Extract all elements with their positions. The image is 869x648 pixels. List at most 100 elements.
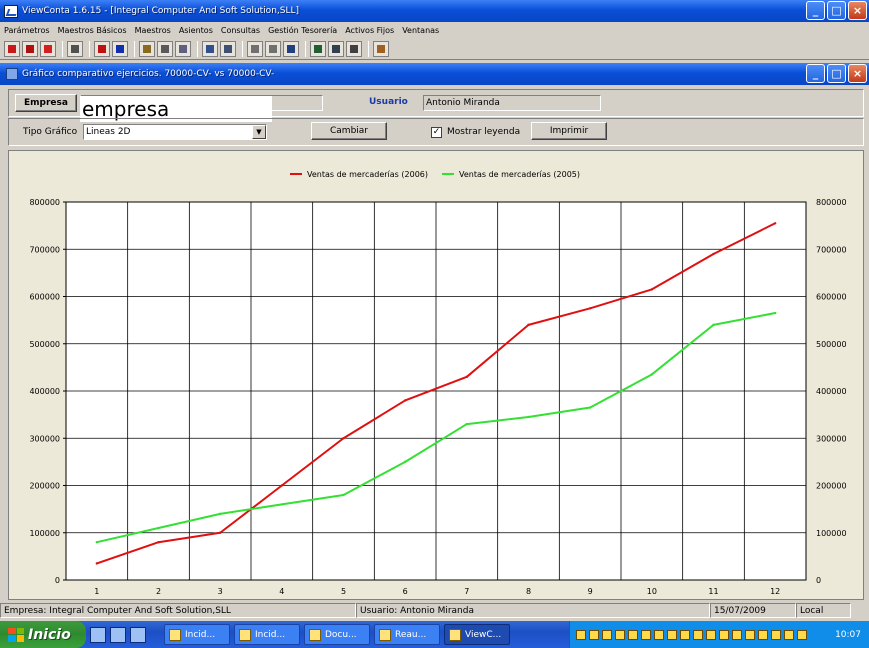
calculator-toolbar-button[interactable] <box>346 40 362 57</box>
y-tick-label-right: 600000 <box>816 293 847 302</box>
y-tick-label-right: 500000 <box>816 340 847 349</box>
media-quicklaunch-icon[interactable] <box>130 626 146 643</box>
people-toolbar-button[interactable] <box>283 40 299 57</box>
ie-quicklaunch-icon[interactable] <box>90 626 106 643</box>
gears-toolbar-button[interactable] <box>157 40 173 57</box>
start-button[interactable]: Inicio <box>0 621 86 648</box>
red-book-icon <box>98 44 106 53</box>
data-point <box>712 252 715 256</box>
menu-parametros[interactable]: Parámetros <box>4 26 50 35</box>
data-point <box>157 541 160 544</box>
blue-book-toolbar-button[interactable] <box>112 40 128 57</box>
tray-icon[interactable] <box>693 629 703 640</box>
person-toolbar-button[interactable] <box>373 40 389 57</box>
tray-icon[interactable] <box>589 629 599 640</box>
ledger-toolbar-button[interactable] <box>202 40 218 57</box>
grafico-options-row: Tipo Gráfico Lineas 2D ▼ Cambiar ✓ Mostr… <box>8 118 864 146</box>
tray-icon[interactable] <box>719 629 729 640</box>
tray-icon[interactable] <box>628 629 638 640</box>
menu-asientos[interactable]: Asientos <box>179 26 213 35</box>
red-book-toolbar-button[interactable] <box>94 40 110 57</box>
y-tick-label: 800000 <box>29 198 60 207</box>
start-label: Inicio <box>28 626 71 643</box>
menu-activos-fijos[interactable]: Activos Fijos <box>345 26 394 35</box>
menu-ventanas[interactable]: Ventanas <box>402 26 439 35</box>
child-minimize-button[interactable]: _ <box>806 64 825 83</box>
taskbar-task[interactable]: Incid... <box>234 624 300 645</box>
tree-toolbar-button[interactable] <box>310 40 326 57</box>
red-file-toolbar-button[interactable] <box>22 40 38 57</box>
tray-icon[interactable] <box>784 629 794 640</box>
x-tick-label: 3 <box>218 587 223 596</box>
main-window-titlebar[interactable]: ViewConta 1.6.15 - [Integral Computer An… <box>0 0 869 22</box>
x-tick-label: 11 <box>708 587 718 596</box>
cambiar-button[interactable]: Cambiar <box>311 122 387 140</box>
task-label: Docu... <box>325 629 357 640</box>
chest-toolbar-button[interactable] <box>139 40 155 57</box>
person-icon <box>377 44 385 53</box>
tray-icon[interactable] <box>771 629 781 640</box>
folder-tree-toolbar-button[interactable] <box>328 40 344 57</box>
show-desktop-icon[interactable] <box>110 626 126 643</box>
data-point <box>280 484 284 487</box>
y-tick-label-right: 700000 <box>816 245 847 254</box>
task-app-icon <box>379 628 391 641</box>
menu-gestion-tesoreria[interactable]: Gestión Tesorería <box>268 26 337 35</box>
menu-maestros[interactable]: Maestros <box>135 26 171 35</box>
mostrar-leyenda-checkbox[interactable]: ✓ <box>431 127 442 138</box>
cart-toolbar-button[interactable] <box>175 40 191 57</box>
x-tick-label: 12 <box>770 587 780 596</box>
cart-icon <box>179 44 187 53</box>
chart-window-icon <box>6 68 18 80</box>
tray-icon[interactable] <box>602 629 612 640</box>
child-close-button[interactable]: × <box>848 64 867 83</box>
tray-icon[interactable] <box>706 629 716 640</box>
tools-toolbar-button[interactable] <box>67 40 83 57</box>
mostrar-leyenda-label: Mostrar leyenda <box>447 127 521 137</box>
tree-icon <box>314 44 322 53</box>
tray-icon[interactable] <box>641 629 651 640</box>
tray-icon[interactable] <box>576 629 586 640</box>
taskbar-task[interactable]: Incid... <box>164 624 230 645</box>
data-point <box>218 512 222 516</box>
toolbar-separator <box>134 40 135 57</box>
status-empresa: Empresa: Integral Computer And Soft Solu… <box>0 603 356 618</box>
cloud-left-icon <box>251 44 259 53</box>
tray-icon[interactable] <box>732 629 742 640</box>
data-point <box>527 415 530 419</box>
minimize-button[interactable]: _ <box>806 1 825 20</box>
chevron-down-icon[interactable]: ▼ <box>252 125 266 139</box>
imprimir-button[interactable]: Imprimir <box>531 122 607 140</box>
tray-icon[interactable] <box>797 629 807 640</box>
tray-icon[interactable] <box>615 629 625 640</box>
chart-window-titlebar[interactable]: Gráfico comparativo ejercicios. 70000-CV… <box>0 63 869 85</box>
child-maximize-button[interactable]: □ <box>827 64 846 83</box>
chart-panel: 0 0 100000 100000 200000 200000 300000 300000 40… <box>8 150 864 600</box>
open-book-toolbar-button[interactable] <box>220 40 236 57</box>
acrobat-toolbar-button[interactable] <box>40 40 56 57</box>
tipo-grafico-select[interactable]: Lineas 2D ▼ <box>83 124 267 140</box>
cloud-left-toolbar-button[interactable] <box>247 40 263 57</box>
data-point <box>773 222 777 225</box>
menu-consultas[interactable]: Consultas <box>221 26 260 35</box>
cloud-right-toolbar-button[interactable] <box>265 40 281 57</box>
usuario-field: Antonio Miranda <box>423 95 601 111</box>
system-tray: 10:07 <box>569 621 869 648</box>
windows-flag-icon <box>8 627 24 642</box>
tray-icon[interactable] <box>667 629 677 640</box>
x-tick-label: 2 <box>156 587 161 596</box>
red-flag-toolbar-button[interactable] <box>4 40 20 57</box>
taskbar-task[interactable]: ViewC... <box>444 624 510 645</box>
x-tick-label: 6 <box>403 587 408 596</box>
close-button[interactable]: × <box>848 1 867 20</box>
taskbar-task[interactable]: Docu... <box>304 624 370 645</box>
taskbar-task[interactable]: Reau... <box>374 624 440 645</box>
empresa-button[interactable]: Empresa <box>15 94 77 112</box>
menu-maestros-basicos[interactable]: Maestros Básicos <box>58 26 127 35</box>
y-tick-label-right: 0 <box>816 576 821 585</box>
maximize-button[interactable]: □ <box>827 1 846 20</box>
tray-icon[interactable] <box>745 629 755 640</box>
tray-icon[interactable] <box>654 629 664 640</box>
tray-icon[interactable] <box>758 629 768 640</box>
tray-icon[interactable] <box>680 629 690 640</box>
